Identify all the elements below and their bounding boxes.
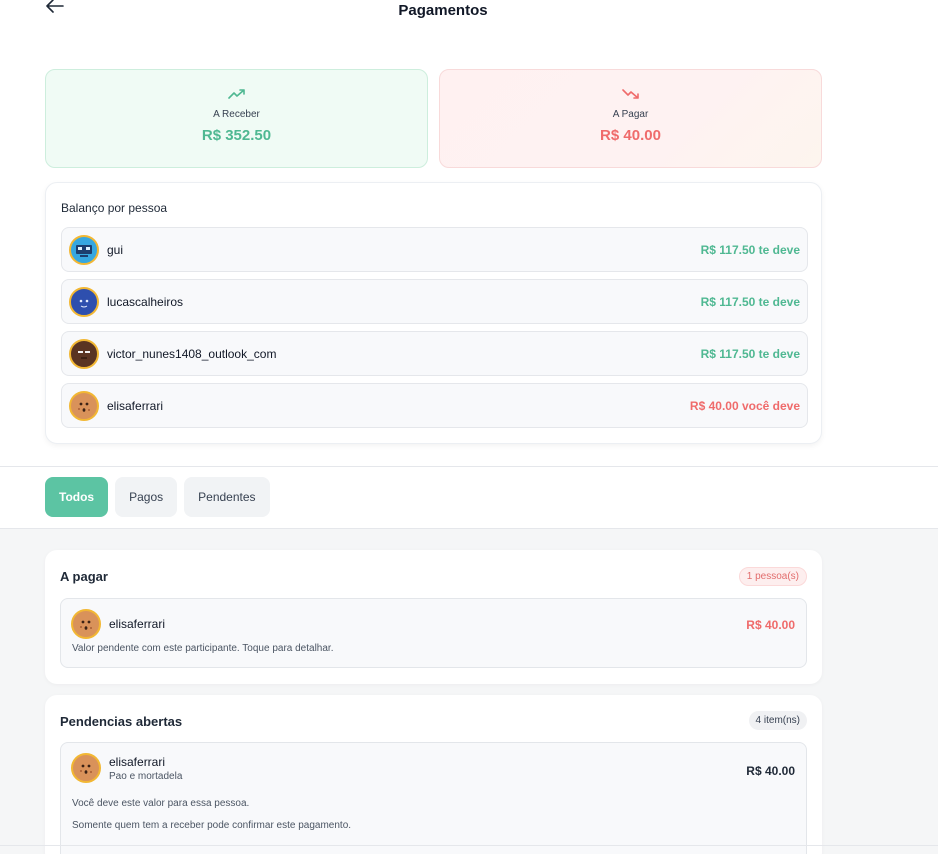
balance-title: Balanço por pessoa (61, 201, 168, 215)
person-row-victor[interactable]: victor_nunes1408_outlook_com R$ 117.50 t… (61, 331, 808, 376)
tab-pagos[interactable]: Pagos (115, 477, 178, 517)
item-amount: R$ 40.00 (746, 618, 795, 632)
blue-avatar (69, 286, 99, 317)
divider (0, 466, 938, 467)
person-amount: R$ 117.50 te deve (700, 294, 800, 309)
balance-card: Balanço por pessoa gui R$ 117.50 te deve… (45, 182, 822, 444)
pay-label: A Pagar (612, 109, 649, 120)
item-amount: R$ 40.00 (746, 764, 795, 778)
person-amount: R$ 40.00 você deve (689, 398, 800, 413)
receive-summary-card: A Receber R$ 352.50 (45, 69, 428, 168)
receive-value: R$ 352.50 (201, 127, 272, 144)
person-amount: R$ 117.50 te deve (700, 346, 800, 361)
a-pagar-section: A pagar 1 pessoa(s) elisaferrari R$ 40.0… (45, 550, 822, 684)
top-bar: Pagamentos (0, 0, 938, 24)
person-name: elisaferrari (107, 398, 164, 413)
person-name: lucascalheiros (107, 294, 184, 309)
items-count-badge: 4 item(ns) (748, 711, 807, 730)
person-name: victor_nunes1408_outlook_com (107, 346, 277, 361)
person-amount: R$ 117.50 te deve (700, 242, 800, 257)
person-row-lucascalheiros[interactable]: lucascalheiros R$ 117.50 te deve (61, 279, 808, 324)
item-description: Valor pendente com este participante. To… (72, 643, 334, 654)
item-text: elisaferrari Pao e mortadela (101, 755, 182, 782)
tab-todos[interactable]: Todos (45, 477, 109, 517)
cookie-avatar (71, 609, 101, 639)
cookie-avatar (69, 390, 99, 421)
pendencias-section: Pendencias abertas 4 item(ns) elisaferra… (45, 695, 822, 854)
trending-down-icon (620, 85, 642, 103)
item-header: elisaferrari Pao e mortadela (71, 753, 182, 783)
bottom-divider (0, 845, 938, 846)
cookie-avatar (71, 753, 101, 783)
item-description-1: Você deve este valor para essa pessoa. (72, 798, 250, 809)
person-name: gui (107, 242, 124, 257)
people-count-badge: 1 pessoa(s) (738, 567, 807, 586)
filter-tabs: Todos Pagos Pendentes (45, 477, 270, 517)
person-row-elisaferrari[interactable]: elisaferrari R$ 40.00 você deve (61, 383, 808, 428)
item-header: elisaferrari (71, 609, 165, 639)
pay-summary-card: A Pagar R$ 40.00 (439, 69, 822, 168)
trending-up-icon (226, 85, 248, 103)
page-title: Pagamentos (398, 2, 488, 19)
item-name: elisaferrari (109, 754, 166, 769)
robot-avatar (69, 234, 99, 265)
pendencia-item[interactable]: elisaferrari Pao e mortadela R$ 40.00 Vo… (60, 742, 807, 854)
receive-label: A Receber (213, 109, 260, 120)
section-title: Pendencias abertas (60, 714, 183, 729)
person-row-gui[interactable]: gui R$ 117.50 te deve (61, 227, 808, 272)
item-name: elisaferrari (109, 617, 166, 631)
a-pagar-item[interactable]: elisaferrari R$ 40.00 Valor pendente com… (60, 598, 807, 668)
pay-value: R$ 40.00 (600, 127, 661, 144)
dark-avatar (69, 338, 99, 369)
item-subtitle: Pao e mortadela (109, 770, 183, 782)
section-title: A pagar (60, 569, 108, 584)
item-description-2: Somente quem tem a receber pode confirma… (72, 820, 352, 831)
tab-pendentes[interactable]: Pendentes (184, 477, 270, 517)
